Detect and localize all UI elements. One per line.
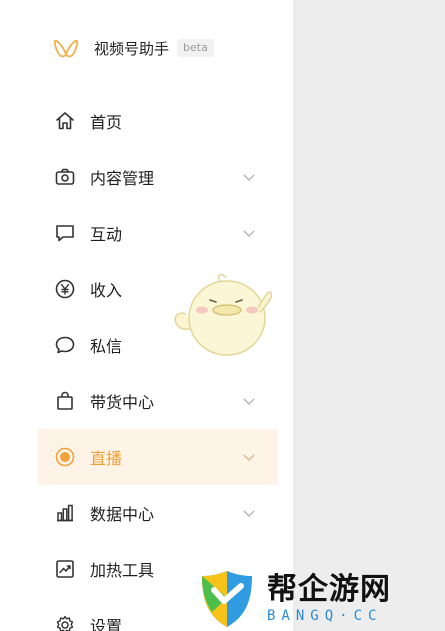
nav-item-label: 带货中心 <box>90 393 155 412</box>
sidebar: 视频号助手 beta 首页 内容管理 互动 收入 私信 带货中心 直播 数据中心… <box>0 0 293 631</box>
chevron-down-icon[interactable] <box>242 226 256 240</box>
live-dot-icon <box>54 446 76 468</box>
app-title: 视频号助手 <box>94 39 170 58</box>
watermark-subtitle: BANGQ·CC <box>267 607 383 624</box>
watermark: 帮企游网 BANGQ·CC <box>197 566 445 631</box>
nav-item-content-management[interactable]: 内容管理 <box>0 149 293 205</box>
nav-item-commerce-center[interactable]: 带货中心 <box>0 373 293 429</box>
gear-icon <box>54 614 76 631</box>
chevron-down-icon[interactable] <box>242 506 256 520</box>
chevron-down-icon[interactable] <box>242 394 256 408</box>
camera-icon <box>54 166 76 188</box>
nav-item-home[interactable]: 首页 <box>0 93 293 149</box>
watermark-title: 帮企游网 <box>267 571 391 607</box>
nav-item-label: 私信 <box>90 337 123 356</box>
yen-circle-icon <box>54 278 76 300</box>
nav-menu: 首页 内容管理 互动 收入 私信 带货中心 直播 数据中心 加热工具 设置 <box>0 93 293 631</box>
home-icon <box>54 110 76 132</box>
content-area-placeholder <box>293 0 445 631</box>
nav-item-interaction[interactable]: 互动 <box>0 205 293 261</box>
nav-item-label: 直播 <box>90 449 123 468</box>
butterfly-logo-icon <box>53 39 79 58</box>
nav-item-label: 互动 <box>90 225 123 244</box>
nav-item-label: 设置 <box>90 617 123 631</box>
bar-chart-icon <box>54 502 76 524</box>
brand-header: 视频号助手 beta <box>52 34 214 62</box>
beta-badge: beta <box>177 39 214 57</box>
shopping-bag-icon <box>54 390 76 412</box>
nav-item-data-center[interactable]: 数据中心 <box>0 485 293 541</box>
chat-box-icon <box>54 222 76 244</box>
chevron-down-icon[interactable] <box>242 170 256 184</box>
speech-bubble-icon <box>54 334 76 356</box>
nav-item-live[interactable]: 直播 <box>38 429 278 485</box>
nav-item-label: 收入 <box>90 281 123 300</box>
shield-logo-icon <box>202 570 252 627</box>
mascot-sticker-icon <box>174 273 273 356</box>
trend-chart-icon <box>54 558 76 580</box>
chevron-down-icon[interactable] <box>242 450 256 464</box>
nav-item-label: 加热工具 <box>90 561 155 580</box>
nav-item-label: 首页 <box>90 113 123 132</box>
nav-item-label: 数据中心 <box>90 505 155 524</box>
nav-item-label: 内容管理 <box>90 169 155 188</box>
